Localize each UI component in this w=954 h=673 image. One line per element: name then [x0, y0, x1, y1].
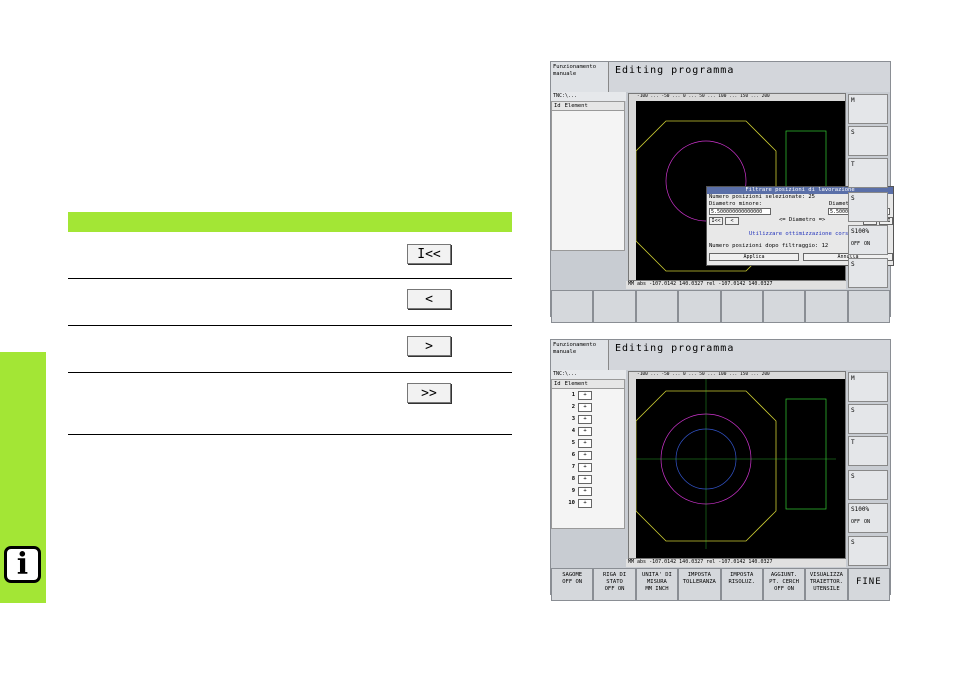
spindle-button[interactable]: S	[848, 404, 888, 434]
softkey[interactable]	[805, 290, 848, 323]
last-page-key[interactable]: >>	[407, 383, 451, 403]
ruler-left	[629, 101, 636, 280]
softkey-row: SAGOME OFF ON RIGA DI STATO OFF ON UNITA…	[551, 568, 890, 601]
prev-min-button[interactable]: <	[725, 217, 739, 225]
list-item[interactable]: 10 +	[552, 497, 624, 509]
file-path: TNC:\...	[551, 370, 626, 379]
graphics-area[interactable]: -100 ... -50 ... 0 ... 50 ... 100 ... 15…	[628, 93, 894, 281]
table-header	[68, 212, 512, 232]
softkey[interactable]	[551, 290, 594, 323]
m-function-button[interactable]: M	[848, 372, 888, 402]
list-item[interactable]: 1 +	[552, 389, 624, 401]
first-page-key[interactable]: I<<	[407, 244, 451, 264]
dia-min-label: Diametro minore:	[709, 201, 762, 207]
table-row: >>	[68, 373, 512, 435]
softkey-end[interactable]: FINE	[847, 568, 890, 601]
softkey-outlines[interactable]: SAGOME OFF ON	[551, 568, 594, 601]
softkey-circle-points[interactable]: AGGIUNT. PT. CERCH OFF ON	[762, 568, 806, 601]
list-item[interactable]: 5 +	[552, 437, 624, 449]
softkey[interactable]	[593, 290, 636, 323]
file-path: TNC:\...	[551, 92, 626, 101]
table-row: I<<	[68, 232, 512, 279]
softkey-tool-path[interactable]: VISUALIZZA TRAIETTOR. UTENSILE	[805, 568, 848, 601]
col-id: Id	[554, 381, 561, 387]
softkey[interactable]	[762, 290, 806, 323]
softkey-row	[551, 290, 890, 323]
override-off: OFF	[851, 241, 861, 247]
screenshot-filter-dialog: Funzionamento manuale Editing programma …	[550, 61, 894, 323]
spindle-plus-button[interactable]: S	[848, 470, 888, 500]
list-item[interactable]: 8 +	[552, 473, 624, 485]
element-list: Id Element 1 + 2 + 3 + 4 + 5 + 6 + 7 + 8 + 9 + 10…	[551, 379, 625, 529]
softkey[interactable]	[678, 290, 721, 323]
softkey-status-line[interactable]: RIGA DI STATO OFF ON	[593, 568, 636, 601]
override-on: ON	[864, 519, 871, 525]
screenshot-element-list: Funzionamento manuale Editing programma …	[550, 339, 891, 601]
program-mode-title: Editing programma	[609, 340, 890, 370]
spindle-button[interactable]: S	[848, 126, 888, 156]
list-item[interactable]: 6 +	[552, 449, 624, 461]
status-line: MM abs -107.0142 140.0327 rel -107.0142 …	[626, 281, 846, 289]
col-id: Id	[554, 103, 561, 109]
graphics-area[interactable]: -100 ... -50 ... 0 ... 50 ... 100 ... 15…	[628, 371, 846, 559]
table-row: >	[68, 326, 512, 373]
spindle-minus-button[interactable]: S	[848, 258, 888, 288]
softkey-resolution[interactable]: IMPOSTA RISOLUZ.	[720, 568, 763, 601]
tool-button[interactable]: T	[848, 158, 888, 188]
override-label: S100%	[851, 228, 870, 235]
info-icon: i	[4, 546, 41, 583]
list-item[interactable]: 2 +	[552, 401, 624, 413]
next-page-key[interactable]: >	[407, 336, 451, 356]
override-label: S100%	[851, 506, 870, 513]
softkey[interactable]	[720, 290, 763, 323]
softkey[interactable]	[635, 290, 679, 323]
list-item[interactable]: 9 +	[552, 485, 624, 497]
ruler-left	[629, 379, 636, 558]
override-on: ON	[864, 241, 871, 247]
softkey-units[interactable]: UNITA' DI MISURA MM INCH	[635, 568, 679, 601]
override-off: OFF	[851, 519, 861, 525]
softkey-tolerance[interactable]: IMPOSTA TOLLERANZA	[678, 568, 721, 601]
first-min-button[interactable]: I<<	[709, 217, 723, 225]
operating-mode: Funzionamento manuale	[551, 340, 609, 370]
diameter-nav-label: <= Diametro =>	[779, 217, 826, 223]
table-row: <	[68, 279, 512, 326]
list-item[interactable]: 3 +	[552, 413, 624, 425]
spindle-minus-button[interactable]: S	[848, 536, 888, 566]
status-line: MM abs -107.0142 140.0327 rel -107.0142 …	[626, 559, 846, 567]
spindle-override[interactable]: S100% OFF ON	[848, 503, 888, 533]
program-mode-title: Editing programma	[609, 62, 890, 92]
previous-page-key[interactable]: <	[407, 289, 451, 309]
operating-mode: Funzionamento manuale	[551, 62, 609, 92]
dxf-drawing	[636, 379, 836, 549]
col-element: Element	[564, 381, 588, 387]
right-softkey-panel: M S T S S100% OFF ON S	[846, 92, 890, 292]
ruler-top: -100 ... -50 ... 0 ... 50 ... 100 ... 15…	[629, 94, 845, 101]
apply-button[interactable]: Applica	[709, 253, 799, 261]
list-item[interactable]: 7 +	[552, 461, 624, 473]
list-item[interactable]: 4 +	[552, 425, 624, 437]
spindle-override[interactable]: S100% OFF ON	[848, 225, 888, 255]
element-list: Id Element	[551, 101, 625, 251]
m-function-button[interactable]: M	[848, 94, 888, 124]
softkey[interactable]	[847, 290, 890, 323]
spindle-plus-button[interactable]: S	[848, 192, 888, 222]
optimize-checkbox[interactable]: Utilizzare ottimizzazione corsa	[747, 231, 854, 238]
after-filter-count: Numero posizioni dopo filtraggio: 12	[709, 243, 829, 249]
col-element: Element	[564, 103, 588, 109]
ruler-top: -100 ... -50 ... 0 ... 50 ... 100 ... 15…	[629, 372, 845, 379]
right-softkey-panel: M S T S S100% OFF ON S	[846, 370, 890, 570]
tool-button[interactable]: T	[848, 436, 888, 466]
dia-min-field[interactable]: 5.500000000000000	[709, 208, 771, 215]
